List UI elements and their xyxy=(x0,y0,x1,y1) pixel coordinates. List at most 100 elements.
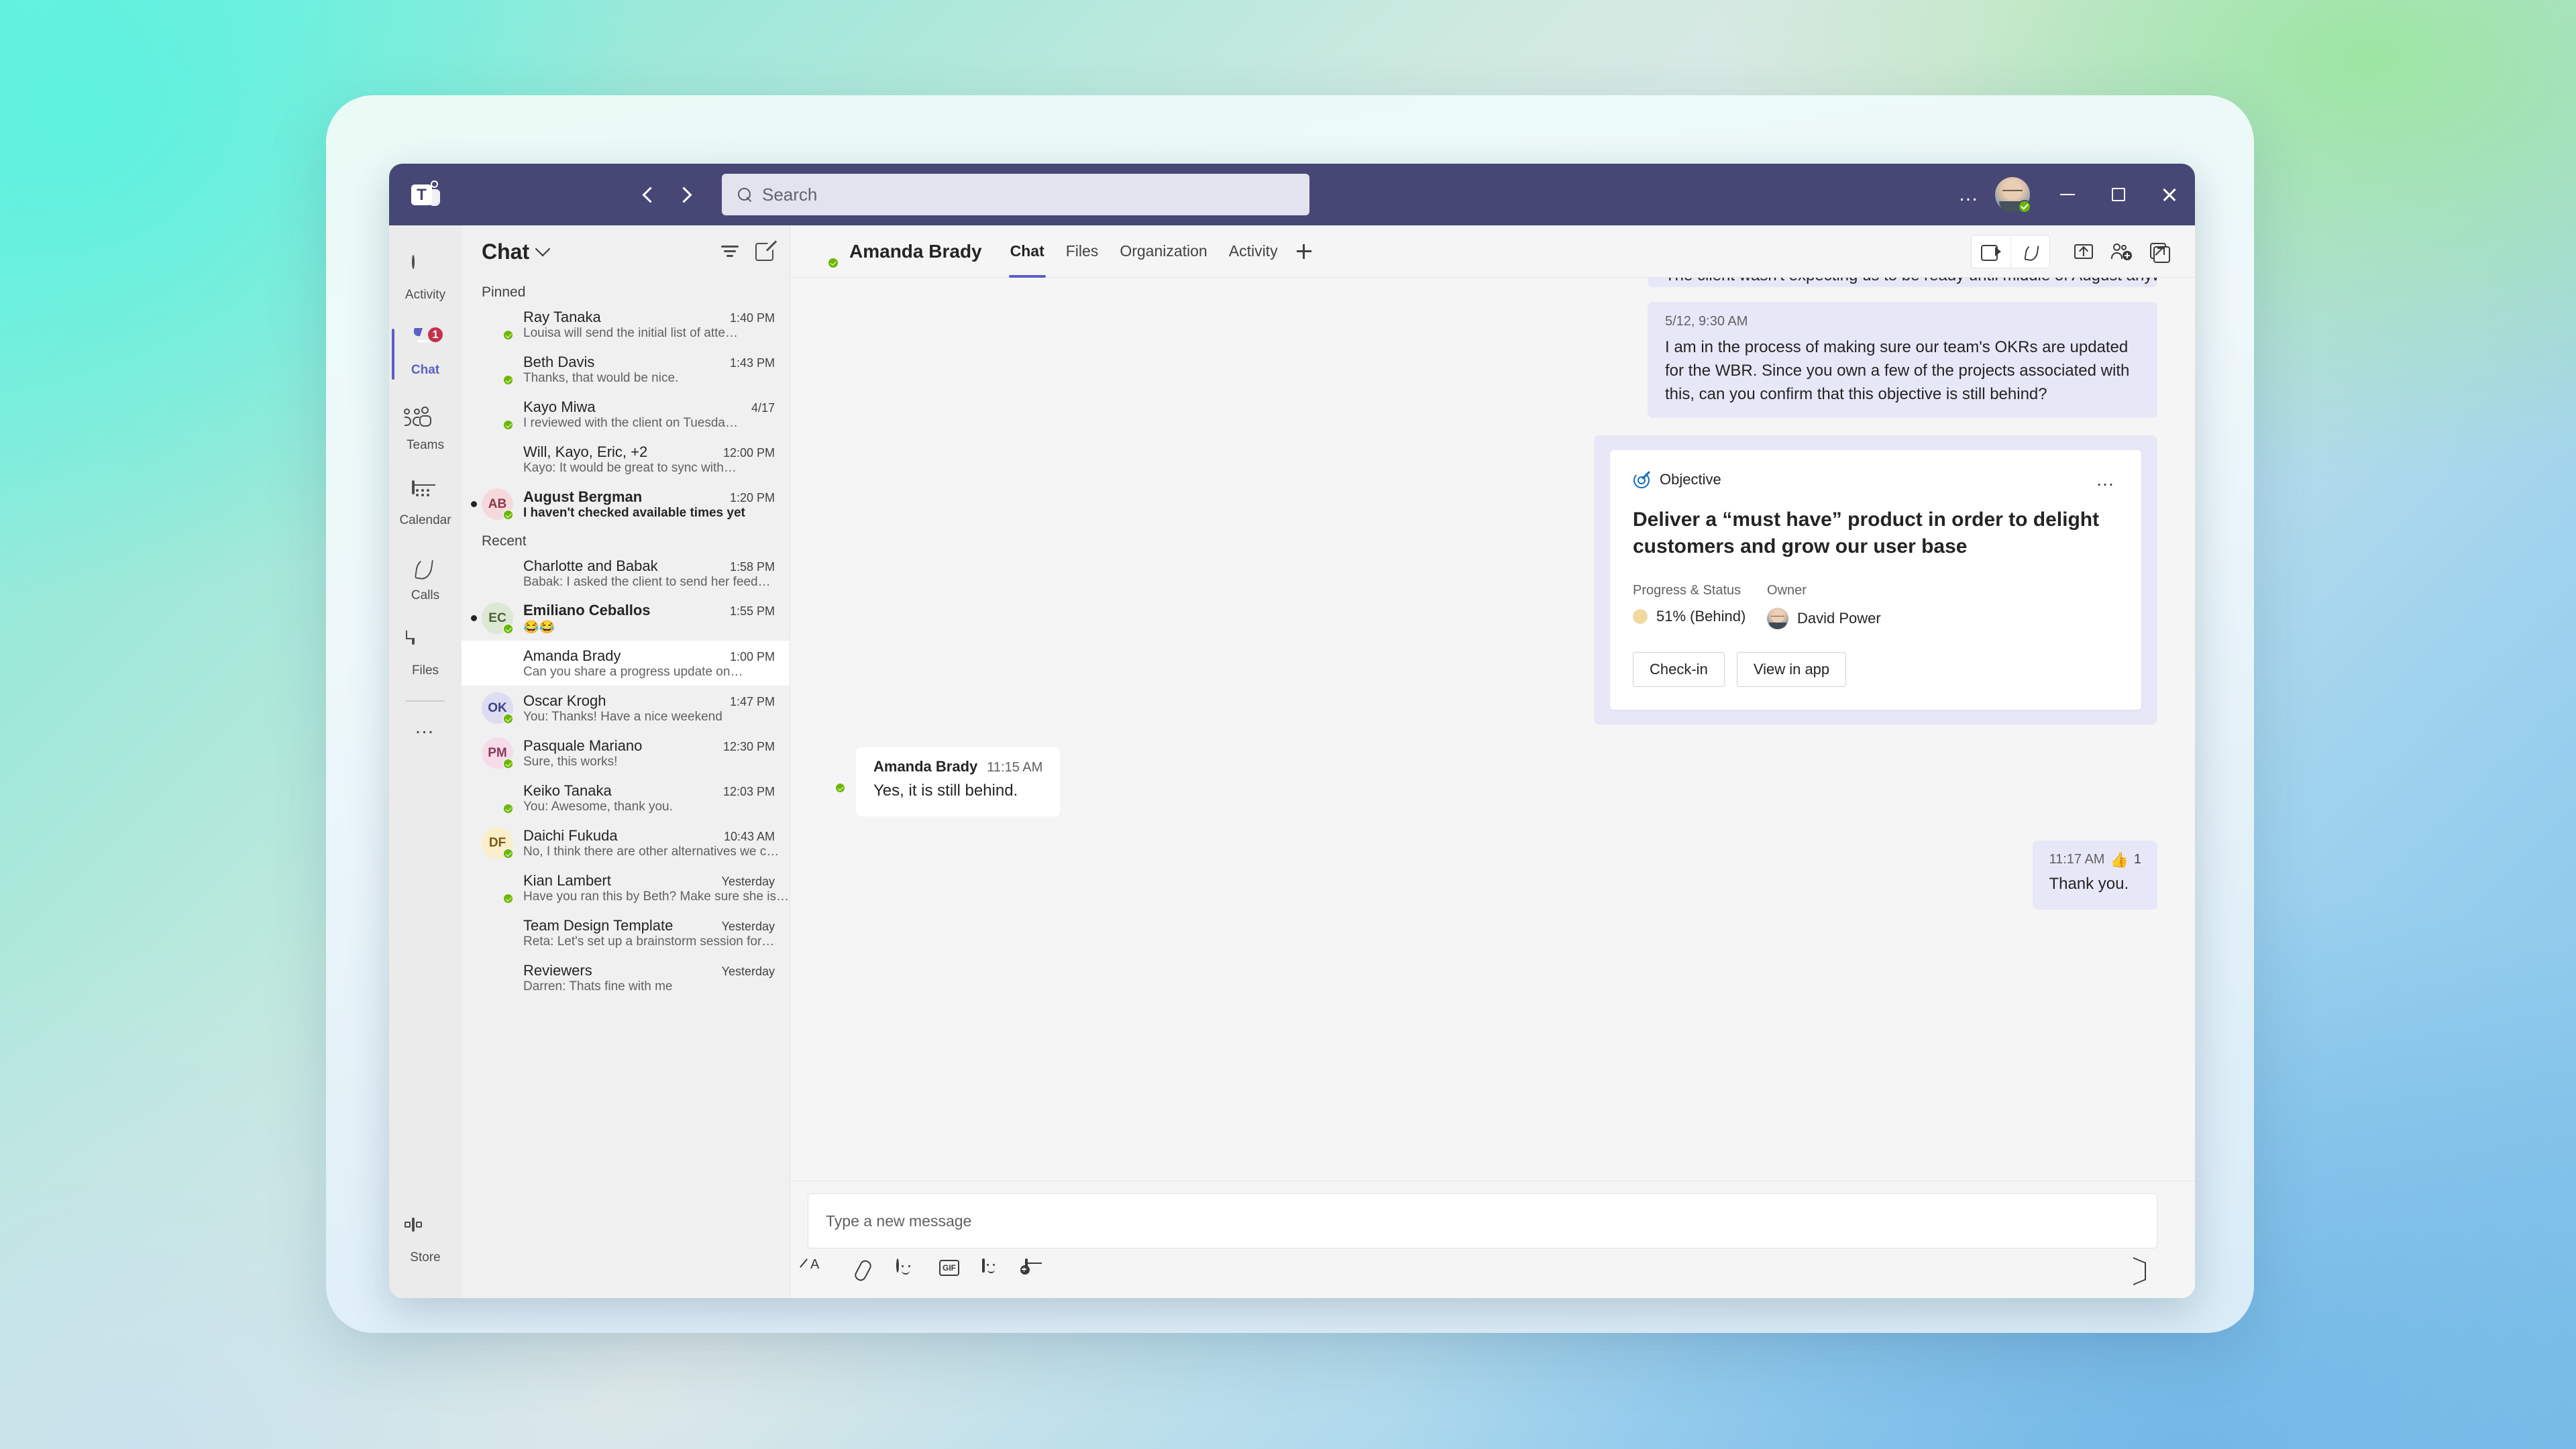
presence-available-icon xyxy=(502,419,514,431)
list-item[interactable]: EC Emiliano Ceballos 1:55 PM 😂😂 xyxy=(462,596,790,641)
store-icon xyxy=(405,1217,439,1246)
list-item-preview: I haven't checked available times yet xyxy=(523,505,745,520)
check-in-button[interactable]: Check-in xyxy=(1633,652,1725,688)
meet-now-icon[interactable] xyxy=(1022,1258,1048,1283)
rail-item-calls[interactable]: Calls xyxy=(389,542,462,617)
list-item-preview: 😂😂 xyxy=(523,620,555,635)
search-input[interactable]: Search xyxy=(722,174,1309,215)
tab-chat[interactable]: Chat xyxy=(1000,225,1055,278)
list-item-preview: You: Thanks! Have a nice weekend xyxy=(523,709,722,724)
list-item-name: August Bergman xyxy=(523,488,643,505)
list-item-name: Beth Davis xyxy=(523,353,595,370)
share-screen-icon xyxy=(2074,244,2093,259)
chat-list-panel: Chat Pinned Ray Tanaka 1:40 PM Louisa wi… xyxy=(462,225,790,1298)
group-avatar xyxy=(482,443,513,475)
rail-item-activity[interactable]: Activity xyxy=(389,241,462,317)
list-item[interactable]: OK Oscar Krogh 1:47 PM You: Thanks! Have… xyxy=(462,686,790,731)
list-item[interactable]: Ray Tanaka 1:40 PM Louisa will send the … xyxy=(462,302,790,347)
compose-icon[interactable] xyxy=(755,242,773,261)
avatar xyxy=(482,309,514,341)
back-icon[interactable] xyxy=(637,184,657,205)
list-item-time: 1:55 PM xyxy=(729,604,775,618)
thumbs-up-reaction-icon[interactable]: 👍 xyxy=(2110,851,2128,869)
search-placeholder: Search xyxy=(762,184,818,205)
sticker-icon[interactable] xyxy=(982,1258,1005,1283)
presence-available-icon xyxy=(502,803,514,814)
avatar xyxy=(814,762,846,794)
list-item-preview: I reviewed with the client on Tuesda… xyxy=(523,415,739,430)
tab-activity[interactable]: Activity xyxy=(1218,225,1289,278)
attach-icon[interactable] xyxy=(853,1260,876,1283)
presence-available-icon xyxy=(835,782,846,794)
view-in-app-button[interactable]: View in app xyxy=(1736,652,1847,688)
list-item[interactable]: Keiko Tanaka 12:03 PM You: Awesome, than… xyxy=(462,775,790,820)
list-item[interactable]: AB August Bergman 1:20 PM I haven't chec… xyxy=(462,482,790,527)
status-badge xyxy=(1633,609,1648,625)
settings-more-icon[interactable]: … xyxy=(1948,164,1990,225)
rail-item-calendar[interactable]: Calendar xyxy=(389,467,462,542)
reaction-count: 1 xyxy=(2133,852,2141,867)
close-button[interactable] xyxy=(2144,164,2195,225)
list-item-time: 1:43 PM xyxy=(729,356,775,370)
share-screen-button[interactable] xyxy=(2065,235,2102,268)
audio-call-button[interactable] xyxy=(2010,235,2049,268)
more-label: … xyxy=(1958,183,1980,205)
maximize-button[interactable] xyxy=(2093,164,2144,225)
message-bubble: Amanda Brady 11:15 AM Yes, it is still b… xyxy=(856,747,1061,816)
chat-list-title-dropdown[interactable]: Chat xyxy=(482,239,551,264)
message-list[interactable]: The client wasn't expecting us to be rea… xyxy=(790,278,2195,1181)
rail-item-chat[interactable]: 1 Chat xyxy=(389,317,462,392)
teams-window: T Search … Activity 1 Chat Teams Calenda… xyxy=(389,164,2195,1298)
list-item[interactable]: Kayo Miwa 4/17 I reviewed with the clien… xyxy=(462,392,790,437)
list-item[interactable]: Reviewers Yesterday Darren: Thats fine w… xyxy=(462,955,790,1000)
pop-out-button[interactable] xyxy=(2140,235,2178,268)
objective-icon xyxy=(1633,470,1652,489)
tab-organization[interactable]: Organization xyxy=(1109,225,1218,278)
send-icon[interactable] xyxy=(2131,1259,2157,1283)
list-item[interactable]: Kian Lambert Yesterday Have you ran this… xyxy=(462,865,790,910)
add-people-button[interactable] xyxy=(2102,235,2140,268)
minimize-button[interactable] xyxy=(2042,164,2093,225)
progress-value: 51% (Behind) xyxy=(1656,608,1746,625)
format-icon[interactable] xyxy=(810,1260,833,1283)
teams-icon xyxy=(404,406,439,433)
tab-files[interactable]: Files xyxy=(1055,225,1110,278)
video-call-button[interactable] xyxy=(1972,235,2010,268)
message-timestamp: 11:17 AM xyxy=(2049,852,2105,867)
rail-item-teams[interactable]: Teams xyxy=(389,392,462,467)
message-timestamp: 5/12, 9:30 AM xyxy=(1665,314,1748,329)
list-item[interactable]: DF Daichi Fukuda 10:43 AM No, I think th… xyxy=(462,820,790,865)
gif-icon[interactable]: GIF xyxy=(939,1260,962,1283)
presence-available-icon xyxy=(502,329,514,341)
presence-available-icon xyxy=(2018,200,2031,213)
list-item[interactable]: Beth Davis 1:43 PM Thanks, that would be… xyxy=(462,347,790,392)
unread-indicator xyxy=(471,615,477,621)
avatar xyxy=(482,354,514,386)
card-more-icon[interactable]: … xyxy=(2093,470,2118,489)
filter-icon[interactable] xyxy=(720,244,739,259)
rail-item-store[interactable]: Store xyxy=(389,1204,462,1279)
list-item[interactable]: Team Design Template Yesterday Reta: Let… xyxy=(462,910,790,955)
list-item[interactable]: Will, Kayo, Eric, +2 12:00 PM Kayo: It w… xyxy=(462,437,790,482)
list-item-time: Yesterday xyxy=(721,964,775,978)
list-item-name: Keiko Tanaka xyxy=(523,782,612,799)
list-item-time: 12:00 PM xyxy=(722,445,775,460)
avatar[interactable] xyxy=(1995,177,2031,213)
emoji-icon[interactable] xyxy=(896,1258,919,1283)
message-input[interactable]: Type a new message xyxy=(808,1193,2157,1248)
group-avatar xyxy=(482,962,513,994)
chat-list-scroll[interactable]: Pinned Ray Tanaka 1:40 PM Louisa will se… xyxy=(462,278,790,1298)
list-item[interactable]: PM Pasquale Mariano 12:30 PM Sure, this … xyxy=(462,731,790,775)
presence-available-icon xyxy=(502,623,514,635)
owner-avatar xyxy=(1767,608,1788,630)
chat-header: Amanda Brady Chat Files Organization Act… xyxy=(790,225,2195,278)
list-item-amanda-brady[interactable]: Amanda Brady 1:00 PM Can you share a pro… xyxy=(462,641,790,686)
add-tab-icon[interactable] xyxy=(1289,225,1320,278)
rail-more-apps-icon[interactable]: … xyxy=(389,702,462,753)
list-item[interactable]: Charlotte and Babak 1:58 PM Babak: I ask… xyxy=(462,551,790,596)
page-title: Chat xyxy=(482,239,530,264)
rail-item-files[interactable]: Files xyxy=(389,617,462,692)
chat-pane: Amanda Brady Chat Files Organization Act… xyxy=(790,225,2195,1298)
forward-icon[interactable] xyxy=(675,184,695,205)
list-item-time: 1:58 PM xyxy=(729,559,775,574)
